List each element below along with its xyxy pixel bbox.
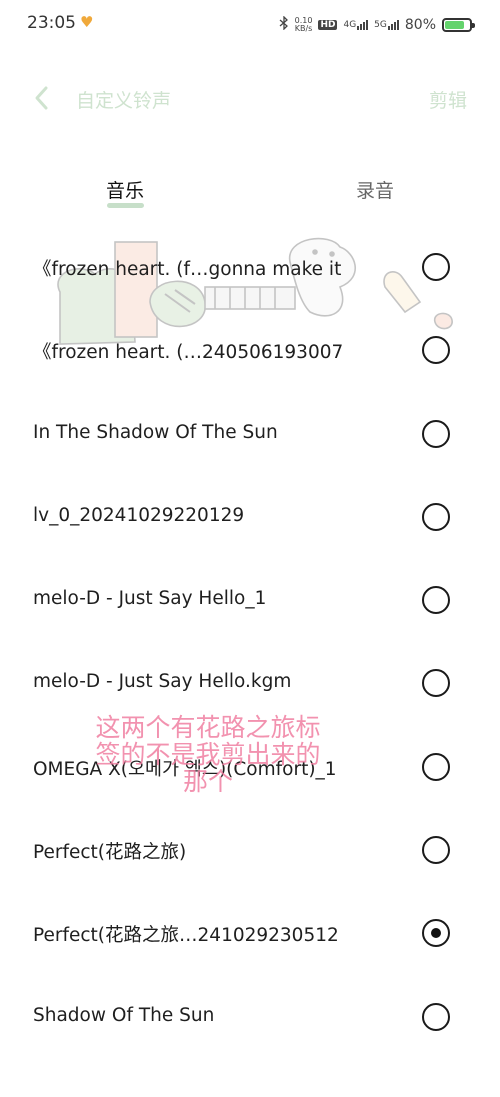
song-title: In The Shadow Of The Sun — [33, 421, 278, 443]
list-item[interactable]: lv_0_20241029220129 — [0, 475, 500, 558]
status-icons: 0.10 KB/s HD 4G 5G 80% — [279, 14, 475, 36]
bluetooth-icon — [279, 15, 289, 34]
song-title: Perfect(花路之旅…241029230512 — [33, 925, 339, 947]
song-list: 《frozen heart. (f…gonna make it 《frozen … — [0, 225, 500, 1058]
annotation-line: 签的不是我剪出来的 — [95, 740, 321, 769]
battery-icon — [442, 18, 475, 32]
radio-button[interactable] — [422, 669, 450, 698]
annotation-note: 这两个有花路之旅标 签的不是我剪出来的 那个 — [58, 714, 358, 795]
list-item[interactable]: Shadow Of The Sun — [0, 975, 500, 1058]
signal-icon-2: 5G — [374, 20, 399, 30]
song-title: Perfect(花路之旅) — [33, 842, 187, 864]
net-speed-unit: KB/s — [294, 24, 313, 33]
list-item[interactable]: 《frozen heart. (…240506193007 — [0, 308, 500, 391]
radio-button[interactable] — [422, 836, 450, 865]
list-item[interactable]: 《frozen heart. (f…gonna make it — [0, 225, 500, 308]
radio-button[interactable] — [422, 253, 450, 281]
list-item[interactable]: In The Shadow Of The Sun — [0, 392, 500, 475]
tab-music[interactable]: 音乐 — [106, 176, 144, 203]
song-title: melo-D - Just Say Hello_1 — [33, 588, 267, 610]
tab-recording[interactable]: 录音 — [356, 176, 394, 203]
network-type-1: 4G — [343, 20, 357, 30]
song-title: 《frozen heart. (f…gonna make it — [33, 259, 342, 280]
radio-button[interactable] — [422, 419, 450, 448]
signal-icon-1: 4G — [343, 20, 369, 30]
annotation-line: 这两个有花路之旅标 — [95, 713, 321, 742]
radio-button[interactable] — [422, 502, 450, 531]
radio-button[interactable] — [422, 919, 450, 948]
net-speed: 0.10 KB/s — [295, 17, 313, 33]
annotation-line: 那个 — [182, 767, 233, 796]
list-item[interactable]: Perfect(花路之旅) — [0, 808, 500, 891]
list-item[interactable]: melo-D - Just Say Hello_1 — [0, 558, 500, 641]
back-arrow-icon[interactable] — [30, 84, 56, 112]
network-type-2: 5G — [374, 20, 387, 30]
radio-button[interactable] — [422, 752, 450, 781]
song-title: lv_0_20241029220129 — [33, 504, 245, 526]
edit-button[interactable]: 剪辑 — [429, 86, 467, 113]
song-title: Shadow Of The Sun — [33, 1004, 215, 1026]
page-title: 自定义铃声 — [76, 90, 172, 112]
battery-percent: 80% — [404, 17, 436, 33]
song-title: 《frozen heart. (…240506193007 — [33, 342, 344, 364]
song-title: melo-D - Just Say Hello.kgm — [33, 671, 292, 693]
radio-button[interactable] — [422, 586, 450, 615]
status-bar: 23:05 ♥ 0.10 KB/s HD 4G 5G 80% — [0, 0, 500, 50]
list-item[interactable]: Perfect(花路之旅…241029230512 — [0, 891, 500, 974]
hd-icon: HD — [318, 20, 338, 30]
tab-indicator — [107, 203, 144, 208]
radio-button[interactable] — [422, 336, 450, 365]
heart-icon: ♥ — [80, 13, 94, 31]
radio-button[interactable] — [422, 1002, 450, 1031]
battery-fill — [445, 21, 464, 29]
status-time: 23:05 — [27, 13, 76, 33]
header: 自定义铃声 剪辑 — [0, 70, 500, 126]
